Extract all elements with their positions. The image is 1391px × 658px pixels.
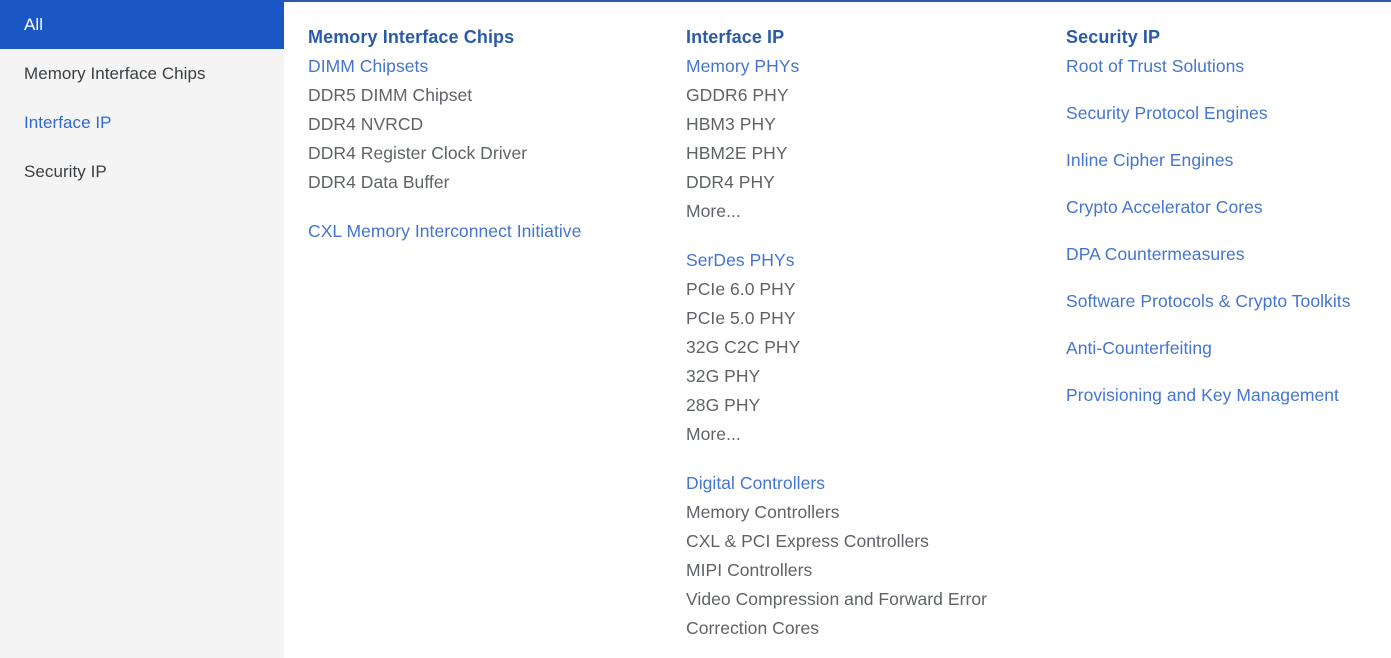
menu-item[interactable]: DDR4 PHY xyxy=(686,168,1043,197)
menu-item[interactable]: HBM2E PHY xyxy=(686,139,1043,168)
menu-item[interactable]: GDDR6 PHY xyxy=(686,81,1043,110)
menu-item[interactable]: 32G C2C PHY xyxy=(686,333,1043,362)
link-software-protocols-crypto-toolkits[interactable]: Software Protocols & Crypto Toolkits xyxy=(1066,287,1367,316)
subheading-dimm-chipsets[interactable]: DIMM Chipsets xyxy=(308,52,663,81)
menu-item-more[interactable]: More... xyxy=(686,420,1043,449)
menu-item[interactable]: 32G PHY xyxy=(686,362,1043,391)
link-security-protocol-engines[interactable]: Security Protocol Engines xyxy=(1066,99,1367,128)
sidebar-item-all[interactable]: All xyxy=(0,0,284,49)
subheading-memory-phys[interactable]: Memory PHYs xyxy=(686,52,1043,81)
column-memory-interface-chips: Memory Interface Chips DIMM Chipsets DDR… xyxy=(284,2,663,658)
sidebar-item-interface-ip[interactable]: Interface IP xyxy=(0,98,284,147)
menu-item[interactable]: 28G PHY xyxy=(686,391,1043,420)
link-crypto-accelerator-cores[interactable]: Crypto Accelerator Cores xyxy=(1066,193,1367,222)
menu-item[interactable]: PCIe 5.0 PHY xyxy=(686,304,1043,333)
subheading-digital-controllers[interactable]: Digital Controllers xyxy=(686,469,1043,498)
sidebar-item-memory-interface-chips[interactable]: Memory Interface Chips xyxy=(0,49,284,98)
sidebar-item-security-ip[interactable]: Security IP xyxy=(0,147,284,196)
menu-item[interactable]: DDR5 DIMM Chipset xyxy=(308,81,663,110)
menu-item[interactable]: HBM3 PHY xyxy=(686,110,1043,139)
group-memory-phys: Memory PHYs GDDR6 PHY HBM3 PHY HBM2E PHY… xyxy=(686,52,1043,226)
link-anti-counterfeiting[interactable]: Anti-Counterfeiting xyxy=(1066,334,1367,363)
group-dimm-chipsets: DIMM Chipsets DDR5 DIMM Chipset DDR4 NVR… xyxy=(308,52,663,197)
column-heading-interface-ip[interactable]: Interface IP xyxy=(686,23,1043,52)
column-security-ip: Security IP Root of Trust Solutions Secu… xyxy=(1043,2,1367,658)
menu-item[interactable]: CXL & PCI Express Controllers xyxy=(686,527,1043,556)
link-cxl-memory-interconnect-initiative[interactable]: CXL Memory Interconnect Initiative xyxy=(308,217,663,246)
menu-item[interactable]: Video Compression and Forward Error Corr… xyxy=(686,585,1016,643)
sidebar-item-label: Security IP xyxy=(24,162,107,181)
menu-item[interactable]: DDR4 Register Clock Driver xyxy=(308,139,663,168)
sidebar-item-label: All xyxy=(24,15,44,34)
group-serdes-phys: SerDes PHYs PCIe 6.0 PHY PCIe 5.0 PHY 32… xyxy=(686,246,1043,449)
link-provisioning-and-key-management[interactable]: Provisioning and Key Management xyxy=(1066,381,1367,410)
menu-item[interactable]: DDR4 Data Buffer xyxy=(308,168,663,197)
mega-menu-panel: All Memory Interface Chips Interface IP … xyxy=(0,0,1391,658)
link-inline-cipher-engines[interactable]: Inline Cipher Engines xyxy=(1066,146,1367,175)
column-heading-security-ip[interactable]: Security IP xyxy=(1066,23,1367,52)
link-dpa-countermeasures[interactable]: DPA Countermeasures xyxy=(1066,240,1367,269)
menu-item-more[interactable]: More... xyxy=(686,197,1043,226)
menu-content-panel: Memory Interface Chips DIMM Chipsets DDR… xyxy=(284,0,1391,658)
subheading-serdes-phys[interactable]: SerDes PHYs xyxy=(686,246,1043,275)
menu-item[interactable]: PCIe 6.0 PHY xyxy=(686,275,1043,304)
category-sidebar: All Memory Interface Chips Interface IP … xyxy=(0,0,284,658)
sidebar-item-label: Memory Interface Chips xyxy=(24,64,206,83)
sidebar-item-label: Interface IP xyxy=(24,113,112,132)
link-root-of-trust-solutions[interactable]: Root of Trust Solutions xyxy=(1066,52,1367,81)
column-interface-ip: Interface IP Memory PHYs GDDR6 PHY HBM3 … xyxy=(663,2,1043,658)
group-digital-controllers: Digital Controllers Memory Controllers C… xyxy=(686,469,1043,643)
menu-item[interactable]: MIPI Controllers xyxy=(686,556,1043,585)
menu-item[interactable]: DDR4 NVRCD xyxy=(308,110,663,139)
column-spacer xyxy=(308,197,663,217)
menu-item[interactable]: Memory Controllers xyxy=(686,498,1043,527)
column-heading-memory-interface-chips[interactable]: Memory Interface Chips xyxy=(308,23,663,52)
